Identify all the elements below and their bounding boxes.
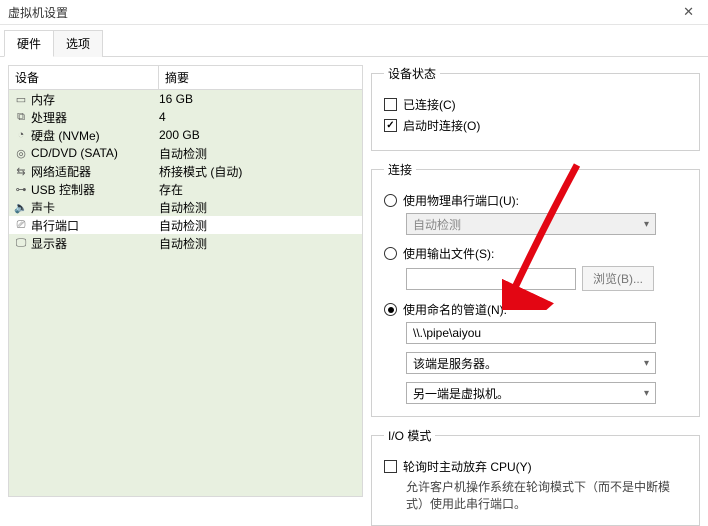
connection-group: 连接 使用物理串行端口(U): 自动检测 ▾ 使用输出文件(S): 浏览(B).… [371,161,700,417]
chevron-down-icon: ▾ [644,358,649,369]
device-summary: 存在 [159,181,358,198]
physical-radio[interactable] [384,194,397,207]
table-row[interactable]: ◎CD/DVD (SATA)自动检测 [9,144,362,162]
poweron-label: 启动时连接(O) [403,117,480,134]
device-name: 声卡 [29,199,159,216]
device-rows: ▭内存16 GB⧉处理器4◔硬盘 (NVMe)200 GB◎CD/DVD (SA… [9,90,362,496]
yield-cpu-label: 轮询时主动放弃 CPU(Y) [403,458,532,475]
pipe-end1-select[interactable]: 该端是服务器。 ▾ [406,352,656,374]
device-summary: 自动检测 [159,199,358,216]
titlebar: 虚拟机设置 ✕ [0,0,708,25]
pipe-end2-select[interactable]: 另一端是虚拟机。 ▾ [406,382,656,404]
outputfile-radio-row[interactable]: 使用输出文件(S): [384,245,687,262]
memory-icon: ▭ [13,92,29,106]
device-table-header: 设备 摘要 [9,66,362,90]
network-icon: ⇆ [13,164,29,178]
usb-icon: ⊶ [13,182,29,196]
device-status-legend: 设备状态 [384,65,440,82]
pipe-input-row [406,322,687,344]
disk-icon: ◔ [13,128,29,142]
browse-button[interactable]: 浏览(B)... [582,266,654,291]
content: 设备 摘要 ▭内存16 GB⧉处理器4◔硬盘 (NVMe)200 GB◎CD/D… [0,57,708,505]
device-name: CD/DVD (SATA) [29,146,159,160]
col-device: 设备 [9,66,159,89]
col-summary: 摘要 [159,66,362,89]
tab-hardware[interactable]: 硬件 [4,30,54,57]
connected-label: 已连接(C) [403,96,456,113]
physical-label: 使用物理串行端口(U): [403,192,519,209]
outputfile-radio[interactable] [384,247,397,260]
device-summary: 桥接模式 (自动) [159,163,358,180]
outputfile-input-row: 浏览(B)... [406,266,687,291]
device-name: 串行端口 [29,217,159,234]
table-row[interactable]: ⊶USB 控制器存在 [9,180,362,198]
table-row[interactable]: ▭内存16 GB [9,90,362,108]
device-summary: 200 GB [159,128,358,142]
device-summary: 自动检测 [159,145,358,162]
poweron-checkbox[interactable] [384,119,397,132]
device-status-group: 设备状态 已连接(C) 启动时连接(O) [371,65,700,151]
tab-options[interactable]: 选项 [53,30,103,57]
pipe-radio-row[interactable]: 使用命名的管道(N): [384,301,687,318]
outputfile-input[interactable] [406,268,576,290]
device-list-panel: 设备 摘要 ▭内存16 GB⧉处理器4◔硬盘 (NVMe)200 GB◎CD/D… [8,65,363,497]
sound-icon: 🔈 [13,200,29,214]
chevron-down-icon: ▾ [644,388,649,399]
tab-bar: 硬件 选项 [0,25,708,57]
device-summary: 16 GB [159,92,358,106]
device-name: 网络适配器 [29,163,159,180]
physical-port-select[interactable]: 自动检测 ▾ [406,213,656,235]
chevron-down-icon: ▾ [644,219,649,230]
device-name: USB 控制器 [29,181,159,198]
device-name: 内存 [29,91,159,108]
device-name: 显示器 [29,235,159,252]
connection-legend: 连接 [384,161,416,178]
serial-icon: ⎚ [13,218,29,232]
io-mode-group: I/O 模式 轮询时主动放弃 CPU(Y) 允许客户机操作系统在轮询模式下（而不… [371,427,700,526]
cpu-icon: ⧉ [13,110,29,124]
window-title: 虚拟机设置 [8,4,68,21]
table-row[interactable]: ⇆网络适配器桥接模式 (自动) [9,162,362,180]
table-row[interactable]: ◔硬盘 (NVMe)200 GB [9,126,362,144]
physical-radio-row[interactable]: 使用物理串行端口(U): [384,192,687,209]
display-icon: 🖵 [13,236,29,250]
table-row[interactable]: 🔈声卡自动检测 [9,198,362,216]
table-row[interactable]: 🖵显示器自动检测 [9,234,362,252]
yield-cpu-row[interactable]: 轮询时主动放弃 CPU(Y) [384,458,687,475]
device-summary: 自动检测 [159,217,358,234]
settings-panel: 设备状态 已连接(C) 启动时连接(O) 连接 使用物理串行端口(U): 自动检… [371,65,700,497]
table-row[interactable]: ⧉处理器4 [9,108,362,126]
device-summary: 自动检测 [159,235,358,252]
pipe-name-input[interactable] [406,322,656,344]
table-row[interactable]: ⎚串行端口自动检测 [9,216,362,234]
outputfile-label: 使用输出文件(S): [403,245,494,262]
pipe-radio[interactable] [384,303,397,316]
connected-checkbox[interactable] [384,98,397,111]
poweron-checkbox-row[interactable]: 启动时连接(O) [384,117,687,134]
device-name: 处理器 [29,109,159,126]
device-name: 硬盘 (NVMe) [29,127,159,144]
device-summary: 4 [159,110,358,124]
optical-icon: ◎ [13,146,29,160]
close-icon[interactable]: ✕ [677,4,700,20]
connected-checkbox-row[interactable]: 已连接(C) [384,96,687,113]
yield-cpu-checkbox[interactable] [384,460,397,473]
pipe-label: 使用命名的管道(N): [403,301,507,318]
io-mode-legend: I/O 模式 [384,427,435,444]
